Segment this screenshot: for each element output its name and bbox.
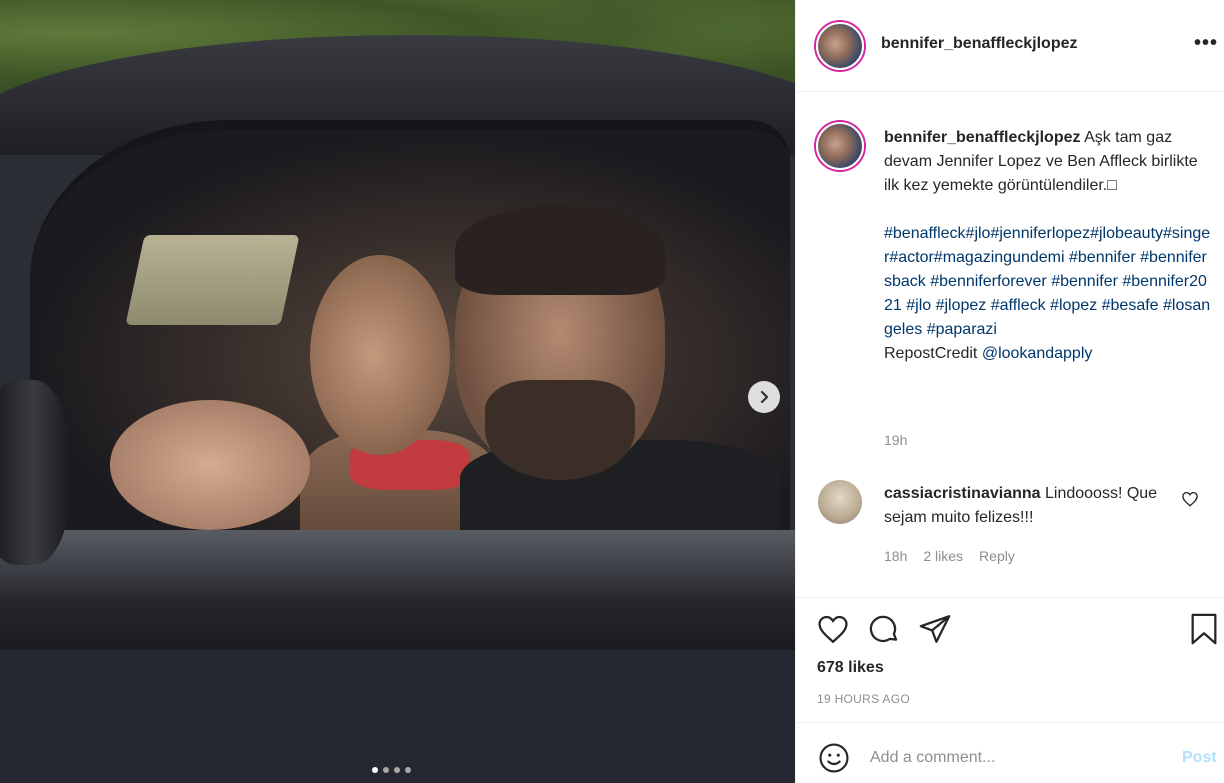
post-actions: 678 likes 19 HOURS AGO [796,597,1224,722]
bookmark-icon[interactable] [1189,612,1219,646]
comment-reply-button[interactable]: Reply [979,548,1015,564]
carousel-indicator [372,767,411,773]
photo-man-beard [485,380,635,480]
author-username[interactable]: bennifer_benaffleckjlopez [881,35,1078,53]
smiley-icon[interactable] [817,741,851,775]
photo-sun-visor [125,235,300,325]
heart-outline-icon[interactable] [1181,490,1199,508]
photo-car-door [0,530,795,650]
post-timestamp: 19 HOURS AGO [817,692,910,706]
comment-input[interactable] [870,743,1160,773]
carousel-dot-1 [372,767,378,773]
author-avatar[interactable] [816,22,864,70]
carousel-next-button[interactable] [748,381,780,413]
caption-time: 19h [884,432,908,448]
photo-hands [110,400,310,530]
photo-car-lower [0,650,795,783]
post-comment-button[interactable]: Post [1182,749,1217,767]
caption-avatar[interactable] [816,122,864,170]
post-side-panel: bennifer_benaffleckjlopez ••• bennifer_b… [795,0,1224,783]
photo-side-mirror [0,380,70,565]
caption-username[interactable]: bennifer_benaffleckjlopez [884,129,1081,146]
comment-text: cassiacristinavianna Lindoooss! Que seja… [884,482,1164,530]
photo-man-hair [455,205,665,295]
comment-composer: Post [796,722,1224,783]
comment-icon[interactable] [867,612,901,646]
send-icon[interactable] [918,612,952,646]
action-icons [816,612,952,646]
instagram-post-view: bennifer_benaffleckjlopez ••• bennifer_b… [0,0,1224,783]
carousel-dot-2 [383,767,389,773]
post-header: bennifer_benaffleckjlopez ••• [796,0,1224,92]
carousel-dot-4 [405,767,411,773]
caption-credit-handle[interactable]: @lookandapply [982,345,1093,362]
comment-time: 18h [884,548,908,564]
carousel-dot-3 [394,767,400,773]
chevron-right-icon [760,390,769,404]
comment-meta: 18h 2 likes Reply [884,548,1015,564]
photo-woman-head [310,255,450,455]
caption-credit-prefix: RepostCredit [884,345,982,362]
caption-text: bennifer_benaffleckjlopez Aşk tam gaz de… [884,126,1214,366]
post-photo[interactable] [0,0,795,783]
heart-icon[interactable] [816,612,850,646]
likes-count[interactable]: 678 likes [817,659,884,677]
caption-hashtags[interactable]: #benaffleck#jlo#jenniferlopez#jlobeauty#… [884,222,1214,342]
more-icon[interactable]: ••• [1194,32,1218,55]
caption-credit: RepostCredit @lookandapply [884,342,1214,366]
comment-likes[interactable]: 2 likes [923,548,963,564]
commenter-username[interactable]: cassiacristinavianna [884,485,1041,502]
commenter-avatar[interactable] [818,480,862,524]
